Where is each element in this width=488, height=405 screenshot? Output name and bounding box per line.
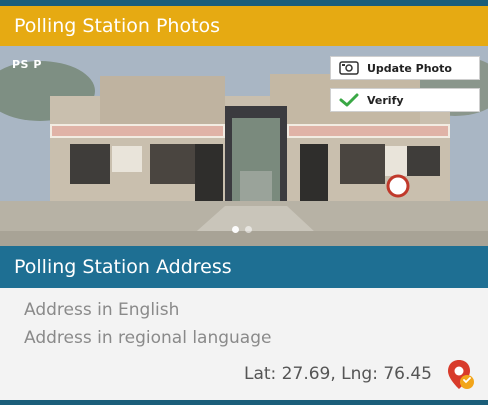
photo-label-badge: PS P [12, 58, 42, 71]
verify-label: Verify [367, 93, 404, 107]
address-english: Address in English [24, 300, 180, 320]
bottom-accent-bar [0, 400, 488, 405]
update-photo-button[interactable]: Update Photo [330, 56, 480, 80]
photo-icon [339, 61, 359, 75]
address-regional: Address in regional language [24, 328, 272, 348]
carousel-dot[interactable] [245, 226, 252, 233]
update-photo-label: Update Photo [367, 61, 452, 75]
address-section-title: Polling Station Address [14, 256, 232, 278]
address-card: Address in English Address in regional l… [0, 288, 488, 400]
photos-section-header: Polling Station Photos [0, 6, 488, 46]
map-pin-icon[interactable] [446, 358, 476, 392]
photo-carousel[interactable]: PS P Update Photo Verify [0, 46, 488, 246]
verify-button[interactable]: Verify [330, 88, 480, 112]
coordinates-text: Lat: 27.69, Lng: 76.45 [244, 364, 432, 384]
photos-section-title: Polling Station Photos [14, 15, 221, 37]
address-section-header: Polling Station Address [0, 246, 488, 288]
carousel-indicators [232, 226, 252, 233]
carousel-dot-active[interactable] [232, 226, 239, 233]
checkmark-icon [339, 93, 359, 107]
